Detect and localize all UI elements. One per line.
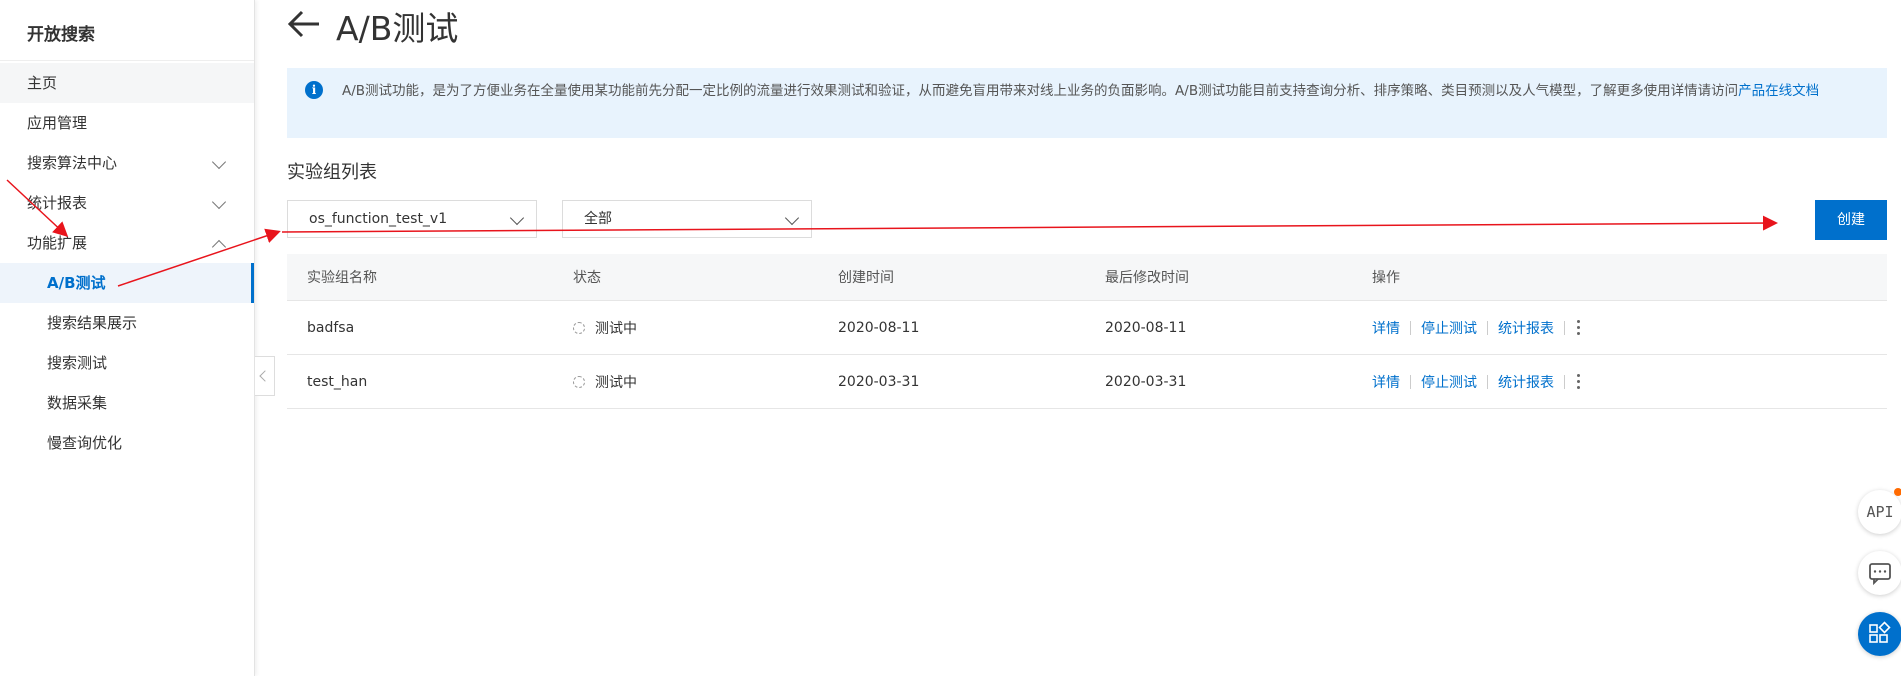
app-select[interactable]: os_function_test_v1	[287, 200, 537, 238]
stop-test-link[interactable]: 停止测试	[1421, 372, 1477, 392]
row-status: 测试中	[573, 301, 637, 354]
divider	[1564, 320, 1565, 335]
chat-button[interactable]	[1858, 551, 1901, 595]
header-created: 创建时间	[838, 270, 894, 286]
sidebar-item-label: 搜索算法中心	[27, 154, 118, 172]
notification-badge	[1894, 488, 1901, 496]
divider	[1410, 320, 1411, 335]
divider	[1487, 320, 1488, 335]
sidebar-item-extensions[interactable]: 功能扩展	[0, 223, 254, 263]
statistics-link[interactable]: 统计报表	[1498, 318, 1554, 338]
loading-spinner-icon	[573, 321, 585, 334]
header-status: 状态	[573, 270, 601, 286]
sidebar-item-data-collection[interactable]: 数据采集	[0, 383, 254, 423]
status-select[interactable]: 全部	[562, 200, 812, 238]
table-header: 实验组名称 状态 创建时间 最后修改时间 操作	[287, 254, 1887, 300]
row-actions: 详情 停止测试 统计报表	[1372, 355, 1580, 408]
table-row: badfsa 测试中 2020-08-11 2020-08-11 详情 停止测试…	[287, 300, 1887, 355]
row-created: 2020-08-11	[838, 319, 920, 336]
chevron-down-icon	[211, 194, 227, 210]
chevron-up-icon	[211, 239, 227, 255]
header-name: 实验组名称	[307, 270, 377, 286]
apps-icon	[1869, 621, 1891, 643]
chevron-down-icon	[509, 210, 525, 226]
sidebar-title: 开放搜索	[27, 25, 95, 45]
sidebar-item-slow-query[interactable]: 慢查询优化	[0, 423, 254, 463]
sidebar-item-app-management[interactable]: 应用管理	[0, 103, 254, 143]
info-text: A/B测试功能，是为了方便业务在全量使用某功能前先分配一定比例的流量进行效果测试…	[342, 79, 1872, 104]
sidebar-item-home[interactable]: 主页	[0, 63, 254, 103]
experiment-table: 实验组名称 状态 创建时间 最后修改时间 操作 badfsa 测试中 2020-…	[287, 254, 1887, 409]
status-label: 测试中	[595, 320, 637, 337]
info-banner: i A/B测试功能，是为了方便业务在全量使用某功能前先分配一定比例的流量进行效果…	[287, 68, 1887, 138]
status-label: 测试中	[595, 374, 637, 391]
row-status: 测试中	[573, 355, 637, 408]
divider	[1487, 374, 1488, 389]
sidebar-divider	[0, 60, 254, 61]
info-icon: i	[305, 81, 323, 99]
more-options-icon[interactable]	[1577, 320, 1580, 335]
sidebar-item-search-algorithm[interactable]: 搜索算法中心	[0, 143, 254, 183]
sidebar-item-label: 功能扩展	[27, 234, 88, 252]
loading-spinner-icon	[573, 375, 585, 388]
row-modified: 2020-03-31	[1105, 373, 1187, 390]
row-actions: 详情 停止测试 统计报表	[1372, 301, 1580, 354]
header-modified: 最后修改时间	[1105, 270, 1189, 286]
app-select-value: os_function_test_v1	[309, 211, 448, 227]
apps-button[interactable]	[1858, 612, 1901, 656]
row-created: 2020-03-31	[838, 373, 920, 390]
page-title: A/B测试	[336, 9, 459, 48]
row-name: test_han	[307, 373, 368, 390]
header-actions: 操作	[1372, 270, 1400, 286]
divider	[1410, 374, 1411, 389]
section-title: 实验组列表	[287, 162, 377, 183]
details-link[interactable]: 详情	[1372, 318, 1400, 338]
sidebar-item-label: 统计报表	[27, 194, 88, 212]
table-row: test_han 测试中 2020-03-31 2020-03-31 详情 停止…	[287, 355, 1887, 409]
sidebar-item-statistics[interactable]: 统计报表	[0, 183, 254, 223]
row-name: badfsa	[307, 319, 355, 336]
more-options-icon[interactable]	[1577, 374, 1580, 389]
row-modified: 2020-08-11	[1105, 319, 1187, 336]
api-button[interactable]: API	[1858, 490, 1901, 534]
docs-link[interactable]: 产品在线文档	[1738, 83, 1819, 99]
chat-icon	[1869, 563, 1891, 586]
stop-test-link[interactable]: 停止测试	[1421, 318, 1477, 338]
sidebar: 开放搜索 主页 应用管理 搜索算法中心 统计报表 功能扩展 A/B测试 搜索结果…	[0, 0, 255, 676]
sidebar-item-search-test[interactable]: 搜索测试	[0, 343, 254, 383]
chevron-down-icon	[784, 210, 800, 226]
divider	[1564, 374, 1565, 389]
info-description: A/B测试功能，是为了方便业务在全量使用某功能前先分配一定比例的流量进行效果测试…	[342, 83, 1739, 99]
sidebar-collapse-button[interactable]	[255, 356, 275, 396]
sidebar-item-result-display[interactable]: 搜索结果展示	[0, 303, 254, 343]
create-button[interactable]: 创建	[1815, 200, 1887, 240]
details-link[interactable]: 详情	[1372, 372, 1400, 392]
sidebar-item-ab-test[interactable]: A/B测试	[0, 263, 254, 303]
back-arrow-icon[interactable]	[286, 8, 322, 40]
status-select-value: 全部	[584, 211, 612, 227]
chevron-down-icon	[211, 154, 227, 170]
statistics-link[interactable]: 统计报表	[1498, 372, 1554, 392]
